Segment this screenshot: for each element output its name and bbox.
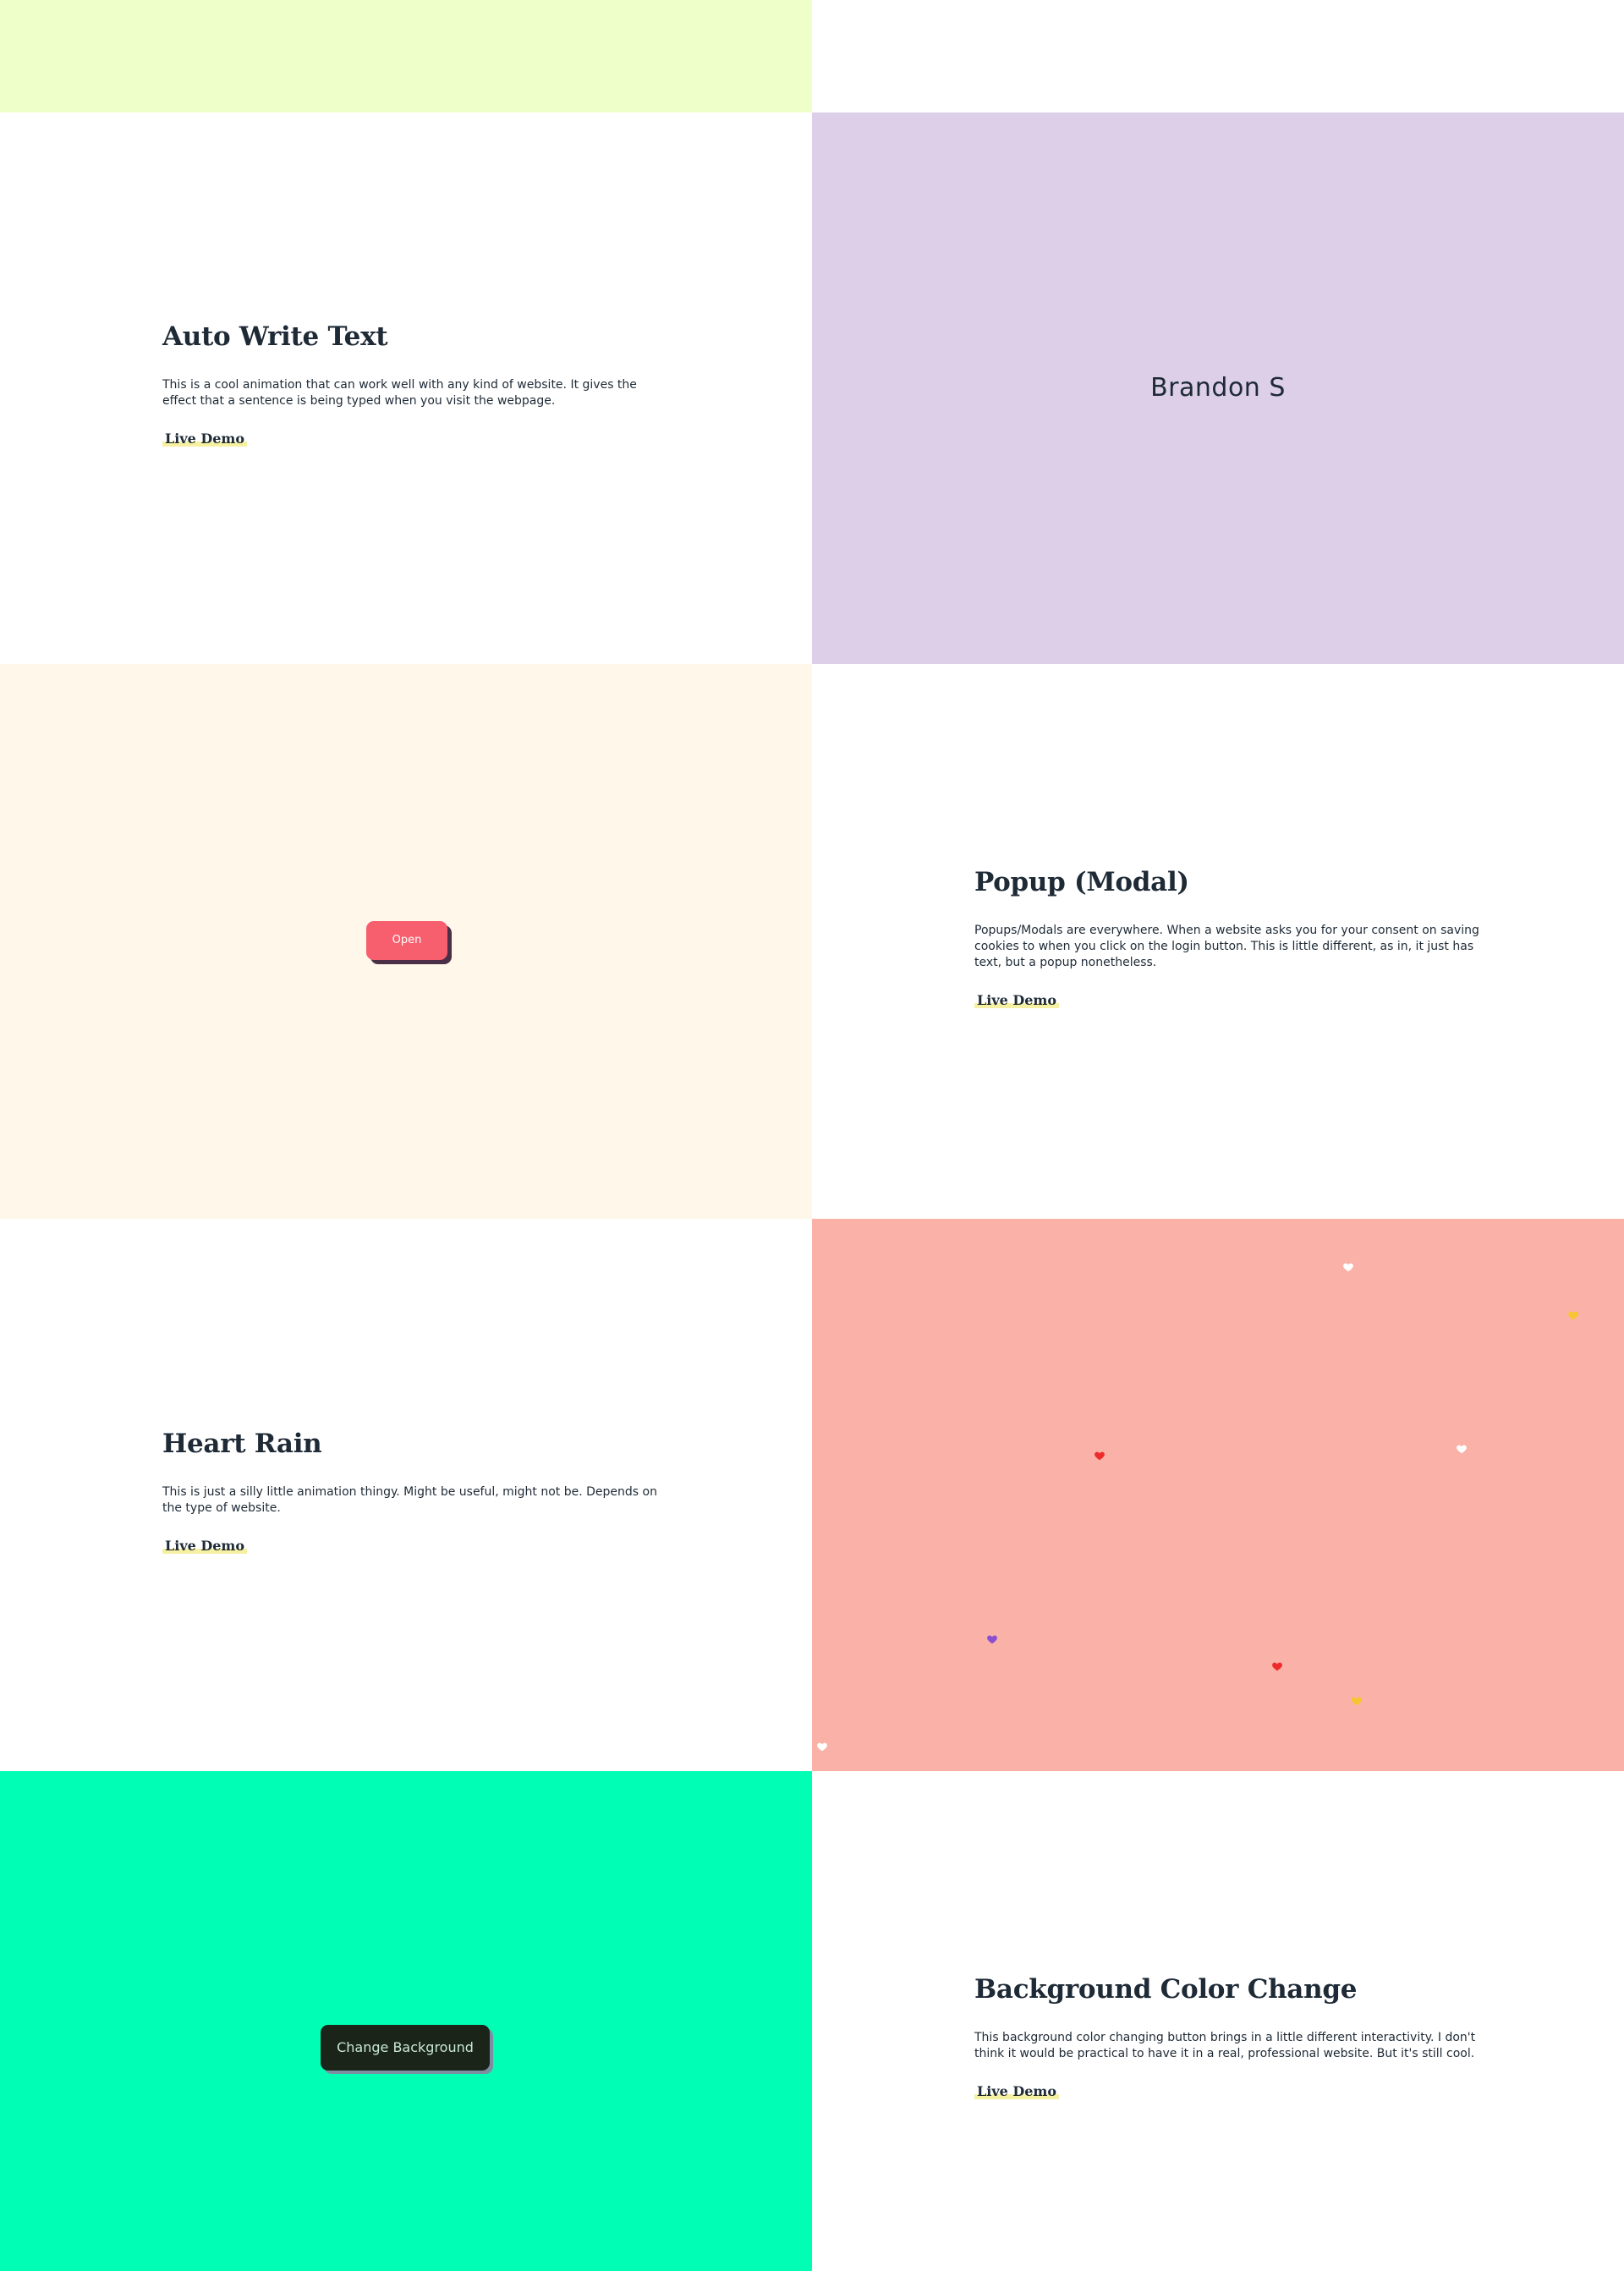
heart-icon	[816, 1741, 828, 1753]
auto-write-demo-panel: Brandon S	[812, 112, 1624, 664]
bg-change-live-demo-link[interactable]: Live Demo	[974, 2083, 1060, 2099]
top-strip	[0, 0, 812, 112]
open-popup-button[interactable]: Open	[366, 921, 447, 960]
popup-title: Popup (Modal)	[974, 867, 1189, 897]
heart-icon	[1456, 1443, 1468, 1455]
auto-write-live-demo-link[interactable]: Live Demo	[162, 431, 248, 447]
heart-icon	[1567, 1309, 1579, 1321]
bg-change-title: Background Color Change	[974, 1974, 1358, 2005]
bg-change-demo-panel: Change Background	[0, 1771, 812, 2271]
popup-section: Popup (Modal) Popups/Modals are everywhe…	[812, 664, 1624, 1219]
heart-icon	[1342, 1261, 1354, 1273]
heart-icon	[1351, 1695, 1363, 1707]
heart-rain-section: Heart Rain This is just a silly little a…	[0, 1219, 812, 1771]
heart-icon	[1094, 1450, 1106, 1462]
typed-text: Brandon S	[1150, 373, 1286, 403]
auto-write-description: This is a cool animation that can work w…	[162, 378, 637, 408]
change-background-button[interactable]: Change Background	[321, 2025, 490, 2071]
heart-icon	[1271, 1660, 1283, 1672]
popup-live-demo-link[interactable]: Live Demo	[974, 992, 1060, 1008]
popup-demo-panel: Open	[0, 664, 812, 1219]
bg-change-section: Background Color Change This background …	[812, 1771, 1624, 2271]
heart-rain-live-demo-link[interactable]: Live Demo	[162, 1538, 248, 1554]
popup-description: Popups/Modals are everywhere. When a web…	[974, 924, 1479, 969]
heart-rain-demo-panel	[812, 1219, 1624, 1771]
auto-write-title: Auto Write Text	[162, 321, 388, 352]
bg-change-description: This background color changing button br…	[974, 2031, 1476, 2060]
heart-rain-title: Heart Rain	[162, 1429, 322, 1459]
heart-icon	[986, 1633, 998, 1645]
auto-write-section: Auto Write Text This is a cool animation…	[0, 112, 812, 664]
heart-rain-description: This is just a silly little animation th…	[162, 1485, 657, 1515]
